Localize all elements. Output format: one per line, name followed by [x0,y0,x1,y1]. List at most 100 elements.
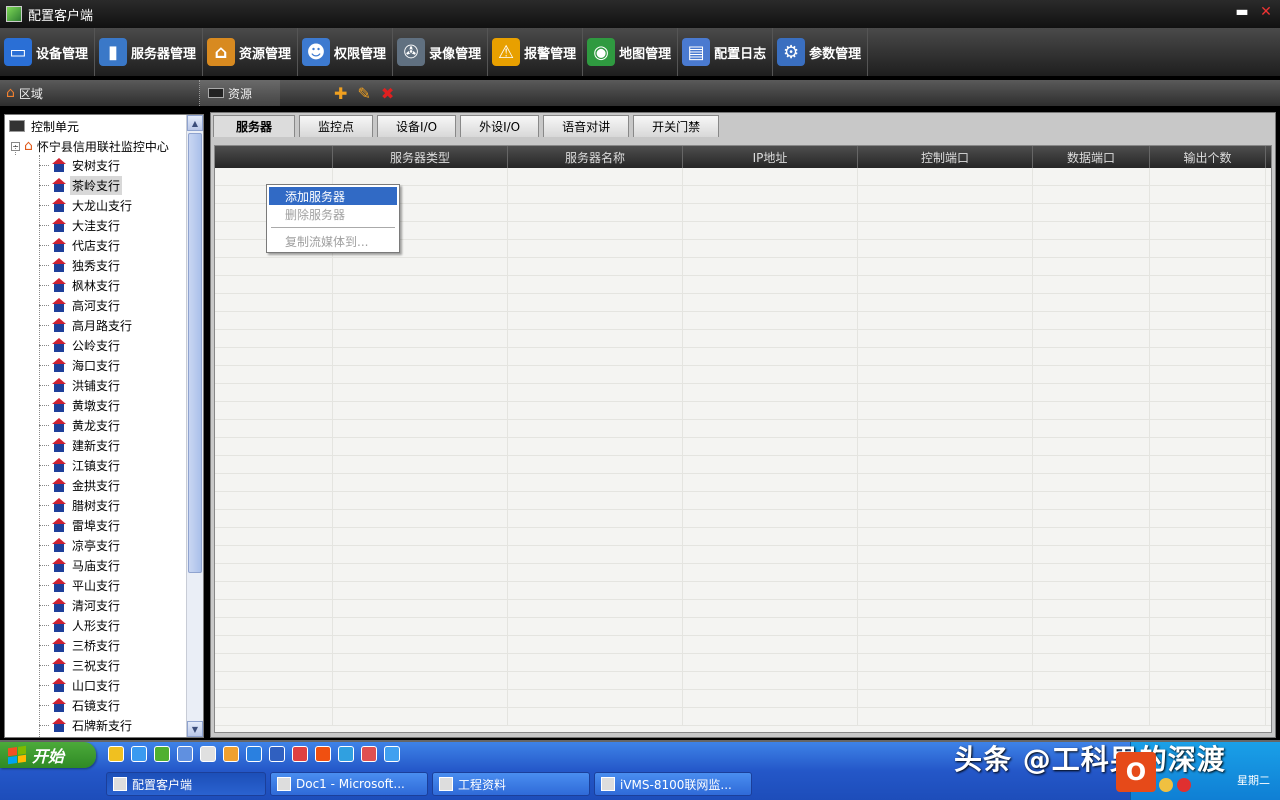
tree-branch-item[interactable]: 石镜支行 [39,695,122,715]
tree-branch-item[interactable]: 平山支行 [39,575,122,595]
tree-branch-item[interactable]: 大龙山支行 [39,195,134,215]
column-header[interactable]: 服务器类型 [333,146,508,168]
branch-icon [51,218,67,232]
tree-branch-item[interactable]: 大洼支行 [39,215,122,235]
table-cell [1150,294,1266,312]
tree-branch-item[interactable]: 黄墩支行 [39,395,122,415]
quick-launch-icon[interactable] [154,746,170,762]
window-title: 配置客户端 [28,8,94,24]
column-header[interactable] [215,146,333,168]
tree-branch-item[interactable]: 茶岭支行 [39,175,123,195]
scroll-up-icon[interactable]: ▲ [187,115,203,131]
delete-icon[interactable]: ✖ [381,84,394,103]
tree-branch-item[interactable]: 凉亭支行 [39,535,122,555]
tree-branch-item[interactable]: 枫林支行 [39,275,122,295]
column-header[interactable]: 服务器名称 [508,146,683,168]
tree-branch-item[interactable]: 三祝支行 [39,655,122,675]
toolbar-button-1[interactable]: ▮ 服务器管理 [95,28,204,76]
scroll-down-icon[interactable]: ▼ [187,721,203,737]
tab-0[interactable]: 服务器 [213,115,296,137]
tab-1[interactable]: 监控点 [299,115,374,137]
taskbar-task[interactable]: Doc1 - Microsoft... [270,772,428,796]
tab-3[interactable]: 外设I/O [460,115,540,137]
toolbar-button-8[interactable]: ⚙ 参数管理 [773,28,869,76]
toolbar-button-7[interactable]: ▤ 配置日志 [678,28,774,76]
table-cell [333,438,508,456]
taskbar-task[interactable]: 工程资料 [432,772,590,796]
toolbar-button-4[interactable]: ✇ 录像管理 [393,28,489,76]
quick-launch-icon[interactable] [361,746,377,762]
column-header[interactable]: 数据端口 [1033,146,1150,168]
quick-launch-icon[interactable] [269,746,285,762]
start-button[interactable]: 开始 [0,742,96,768]
tree-root[interactable]: 控制单元 [9,117,79,135]
minimize-button[interactable]: ▬ [1234,4,1250,20]
tree-branch-item[interactable]: 石牌新支行 [39,715,134,735]
column-header[interactable]: IP地址 [683,146,858,168]
toolbar-button-5[interactable]: ⚠ 报警管理 [488,28,584,76]
tab-5[interactable]: 开关门禁 [633,115,720,137]
quick-launch-icon[interactable] [384,746,400,762]
antivirus-icon[interactable] [1177,778,1191,792]
scroll-thumb[interactable] [188,133,202,573]
tree-center-node[interactable]: − ⌂ 怀宁县信用联社监控中心 [11,137,169,155]
tree-branch-item[interactable]: 高河支行 [39,295,122,315]
tree-branch-item[interactable]: 江镇支行 [39,455,122,475]
toolbar-button-2[interactable]: ⌂ 资源管理 [203,28,299,76]
quick-launch-icon[interactable] [292,746,308,762]
tree-branch-item[interactable]: 黄龙支行 [39,415,122,435]
quick-launch-icon[interactable] [131,746,147,762]
resource-header[interactable]: 资源 [200,80,280,106]
quick-launch-icon[interactable] [177,746,193,762]
tree-branch-item[interactable]: 人形支行 [39,615,122,635]
tree-branch-item[interactable]: 清河支行 [39,595,122,615]
tree-branch-item[interactable]: 公岭支行 [39,335,122,355]
tree-branch-label: 平山支行 [72,578,121,593]
table-header: 服务器类型 服务器名称 IP地址 控制端口 数据端口 输出个数 [215,146,1271,168]
taskbar-task[interactable]: 配置客户端 [106,772,266,796]
tree-branch-item[interactable]: 雷埠支行 [39,515,122,535]
toolbar-button-3[interactable]: ☻ 权限管理 [298,28,394,76]
edit-icon[interactable]: ✎ [357,84,370,103]
tree-branch-item[interactable]: 安树支行 [39,155,122,175]
table-cell [858,258,1033,276]
tree-branch-item[interactable]: 马庙支行 [39,555,122,575]
table-cell [1033,636,1150,654]
tree-branch-item[interactable]: 海口支行 [39,355,122,375]
tree-branch-item[interactable]: 代店支行 [39,235,122,255]
tab-4[interactable]: 语音对讲 [543,115,630,137]
tree-branch-item[interactable]: 腊树支行 [39,495,122,515]
table-cell [683,312,858,330]
column-header[interactable]: 控制端口 [858,146,1033,168]
table-cell [508,456,683,474]
tree-branch-item[interactable]: 独秀支行 [39,255,122,275]
quick-launch-icon[interactable] [223,746,239,762]
quick-launch-icon[interactable] [315,746,331,762]
branch-icon [51,338,67,352]
collapse-icon[interactable]: − [11,141,20,151]
close-button[interactable]: ✕ [1258,4,1274,20]
add-icon[interactable]: ✚ [334,84,347,103]
quick-launch-icon[interactable] [108,746,124,762]
tree-branch-item[interactable]: 洪铺支行 [39,375,122,395]
taskbar-task[interactable]: iVMS-8100联网监... [594,772,752,796]
tree-branch-item[interactable]: 高月路支行 [39,315,134,335]
tree-branch-item[interactable]: 金拱支行 [39,475,122,495]
table-cell [333,546,508,564]
area-header[interactable]: ⌂ 区域 [0,80,200,106]
tree-branch-item[interactable]: 山口支行 [39,675,122,695]
clock[interactable]: 星期二 [1237,772,1270,788]
toolbar-button-0[interactable]: ▭ 设备管理 [0,28,96,76]
tab-2[interactable]: 设备I/O [377,115,457,137]
table-row [215,600,1271,618]
quick-launch-icon[interactable] [246,746,262,762]
quick-launch-icon[interactable] [338,746,354,762]
tree-scrollbar[interactable]: ▲ ▼ [186,115,203,737]
quick-launch-icon[interactable] [200,746,216,762]
tree-branch-item[interactable]: 三桥支行 [39,635,122,655]
toolbar-button-6[interactable]: ◉ 地图管理 [583,28,679,76]
messenger-icon[interactable] [1159,778,1173,792]
column-header[interactable]: 输出个数 [1150,146,1266,168]
context-menu-item[interactable]: 添加服务器 [269,187,397,205]
tree-branch-item[interactable]: 建新支行 [39,435,122,455]
